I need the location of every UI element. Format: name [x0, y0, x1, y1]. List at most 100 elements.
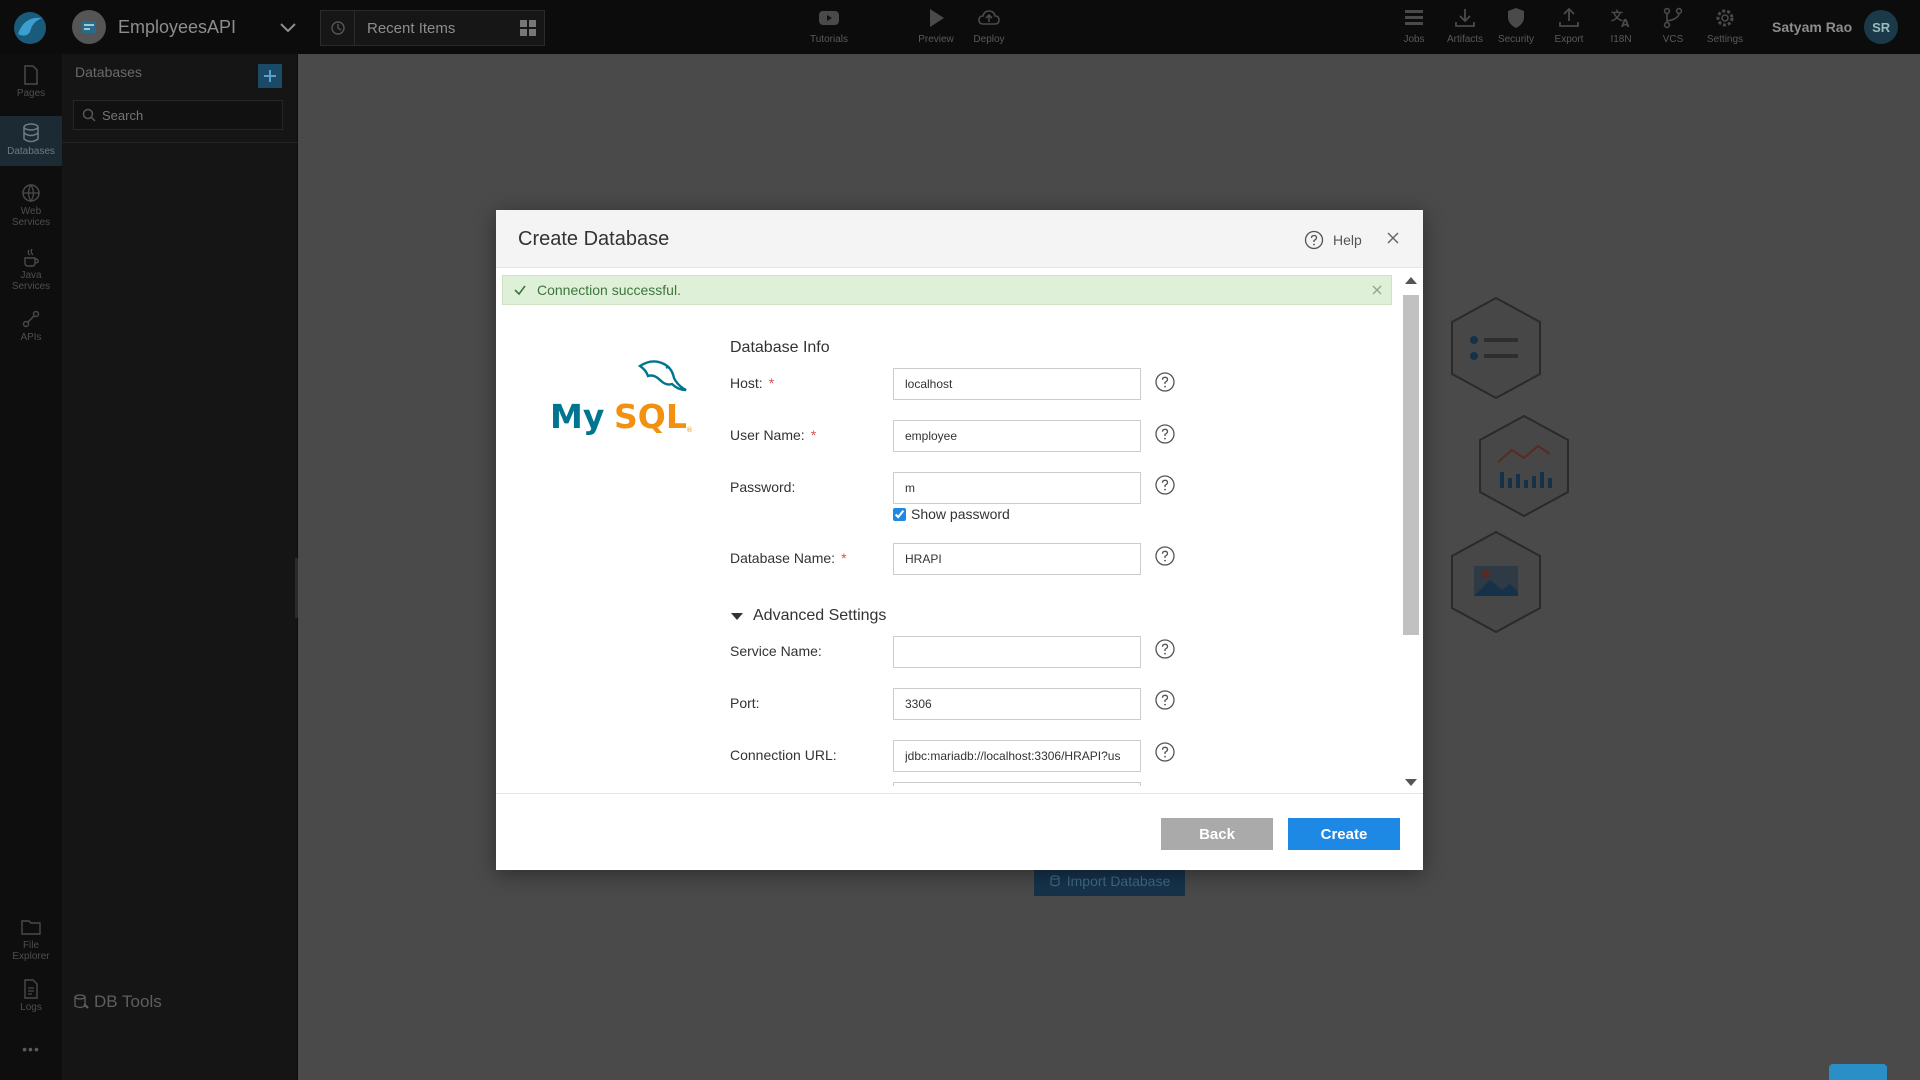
rail-item-pages[interactable]: Pages	[0, 64, 62, 114]
rail-item-web-services[interactable]: Web Services	[0, 182, 62, 238]
svg-text:®: ®	[686, 426, 693, 434]
clipped-input-edge	[893, 782, 1141, 786]
app-logo-icon[interactable]	[8, 8, 52, 48]
dialog-header: Create Database Help	[496, 210, 1423, 268]
recent-items[interactable]: Recent Items	[320, 10, 545, 46]
password-label: Password:	[730, 479, 796, 495]
download-icon	[1455, 9, 1475, 27]
connection-url-input[interactable]	[893, 740, 1141, 772]
search-input[interactable]	[102, 107, 272, 123]
preview-button[interactable]: Preview	[908, 6, 964, 50]
youtube-icon	[819, 11, 839, 25]
db-tools-icon	[74, 994, 89, 1009]
question-icon[interactable]	[1154, 474, 1176, 496]
security-button[interactable]: Security	[1488, 6, 1544, 50]
hexagon-chart-icon	[1479, 414, 1569, 518]
recent-items-label: Recent Items	[367, 19, 456, 37]
add-database-button[interactable]	[258, 64, 282, 88]
connection-url-label: Connection URL:	[730, 747, 837, 763]
host-label: Host: *	[730, 375, 775, 391]
chat-widget-button[interactable]	[1829, 1064, 1887, 1080]
username-label: User Name: *	[730, 427, 817, 443]
dialog-title: Create Database	[518, 228, 670, 250]
create-button[interactable]: Create	[1288, 818, 1400, 850]
dialog-footer: Back Create	[496, 793, 1423, 870]
top-bar: EmployeesAPI Recent Items Tutorials Prev…	[0, 0, 1920, 54]
rail-item-logs[interactable]: Logs	[0, 978, 62, 1024]
rail-item-databases[interactable]: Databases	[0, 116, 62, 166]
grid-icon[interactable]	[512, 11, 544, 45]
shield-icon	[1508, 8, 1524, 28]
search-field[interactable]	[73, 100, 283, 130]
question-icon[interactable]	[1154, 741, 1176, 763]
cloud-upload-icon	[978, 10, 1000, 25]
i18n-button[interactable]: 文A I18N	[1593, 6, 1649, 50]
scroll-down-arrow-icon[interactable]	[1405, 779, 1417, 786]
hexagon-image-icon	[1451, 530, 1541, 634]
page-icon	[24, 65, 38, 85]
question-icon[interactable]	[1154, 689, 1176, 711]
export-icon	[1559, 7, 1579, 27]
play-icon	[930, 9, 944, 27]
required-marker: *	[768, 375, 775, 391]
close-icon[interactable]	[1383, 228, 1403, 248]
question-icon[interactable]	[1154, 371, 1176, 393]
left-rail: Pages Databases Web Services Java Servic…	[0, 54, 62, 1080]
host-input[interactable]	[893, 368, 1141, 400]
export-button[interactable]: Export	[1541, 6, 1597, 50]
jobs-button[interactable]: Jobs	[1386, 6, 1442, 50]
caret-down-icon	[731, 612, 743, 620]
create-database-dialog: Create Database Help Connection successf…	[496, 210, 1423, 870]
vcs-button[interactable]: VCS	[1645, 6, 1701, 50]
show-password-toggle[interactable]: Show password	[893, 506, 1010, 522]
scrollbar-thumb[interactable]	[1403, 295, 1419, 635]
rail-item-file-explorer[interactable]: File Explorer	[0, 916, 62, 972]
rail-item-java-services[interactable]: Java Services	[0, 246, 62, 302]
alert-message: Connection successful.	[537, 282, 681, 298]
panel-resize-handle[interactable]	[295, 558, 298, 618]
search-icon	[82, 108, 96, 122]
user-menu[interactable]: Satyam Rao SR	[1772, 10, 1899, 44]
advanced-settings-toggle[interactable]: Advanced Settings	[730, 607, 886, 625]
rail-item-apis[interactable]: APIs	[0, 308, 62, 354]
db-tools-button[interactable]: DB Tools	[72, 992, 162, 1012]
password-input[interactable]	[893, 472, 1141, 504]
dismiss-alert-icon[interactable]	[1371, 284, 1383, 296]
username-input[interactable]	[893, 420, 1141, 452]
mysql-logo: My SQL ®	[550, 360, 693, 436]
chevron-down-icon[interactable]	[278, 17, 298, 37]
user-name: Satyam Rao	[1772, 19, 1853, 35]
panel-title: Databases	[75, 64, 142, 80]
settings-button[interactable]: Settings	[1697, 6, 1753, 50]
svg-text:My: My	[550, 397, 604, 436]
service-name-input[interactable]	[893, 636, 1141, 668]
plus-icon	[264, 70, 276, 82]
port-label: Port:	[730, 695, 760, 711]
help-button[interactable]: Help	[1304, 230, 1362, 250]
question-icon[interactable]	[1154, 638, 1176, 660]
artifacts-button[interactable]: Artifacts	[1437, 6, 1493, 50]
import-database-button[interactable]: Import Database	[1034, 866, 1185, 896]
project-icon	[72, 10, 106, 44]
avatar: SR	[1864, 10, 1899, 44]
branch-icon	[1663, 7, 1683, 29]
help-icon	[1304, 230, 1324, 250]
port-input[interactable]	[893, 688, 1141, 720]
more-options-icon[interactable]: •••	[0, 1042, 62, 1062]
show-password-checkbox[interactable]	[893, 507, 906, 521]
gear-icon	[1716, 9, 1734, 27]
question-icon[interactable]	[1154, 545, 1176, 567]
tutorials-button[interactable]: Tutorials	[801, 6, 857, 50]
scroll-up-arrow-icon[interactable]	[1405, 277, 1417, 284]
dialog-scrollbar[interactable]	[1399, 273, 1421, 793]
back-button[interactable]: Back	[1161, 818, 1273, 850]
database-icon	[23, 123, 39, 143]
hexagon-list-icon	[1451, 296, 1541, 400]
databases-panel: Databases	[62, 54, 298, 1080]
deploy-button[interactable]: Deploy	[961, 6, 1017, 50]
svg-text:A: A	[1621, 17, 1630, 30]
project-selector[interactable]: EmployeesAPI	[72, 8, 298, 46]
globe-icon	[22, 184, 40, 203]
question-icon[interactable]	[1154, 423, 1176, 445]
dbname-input[interactable]	[893, 543, 1141, 575]
